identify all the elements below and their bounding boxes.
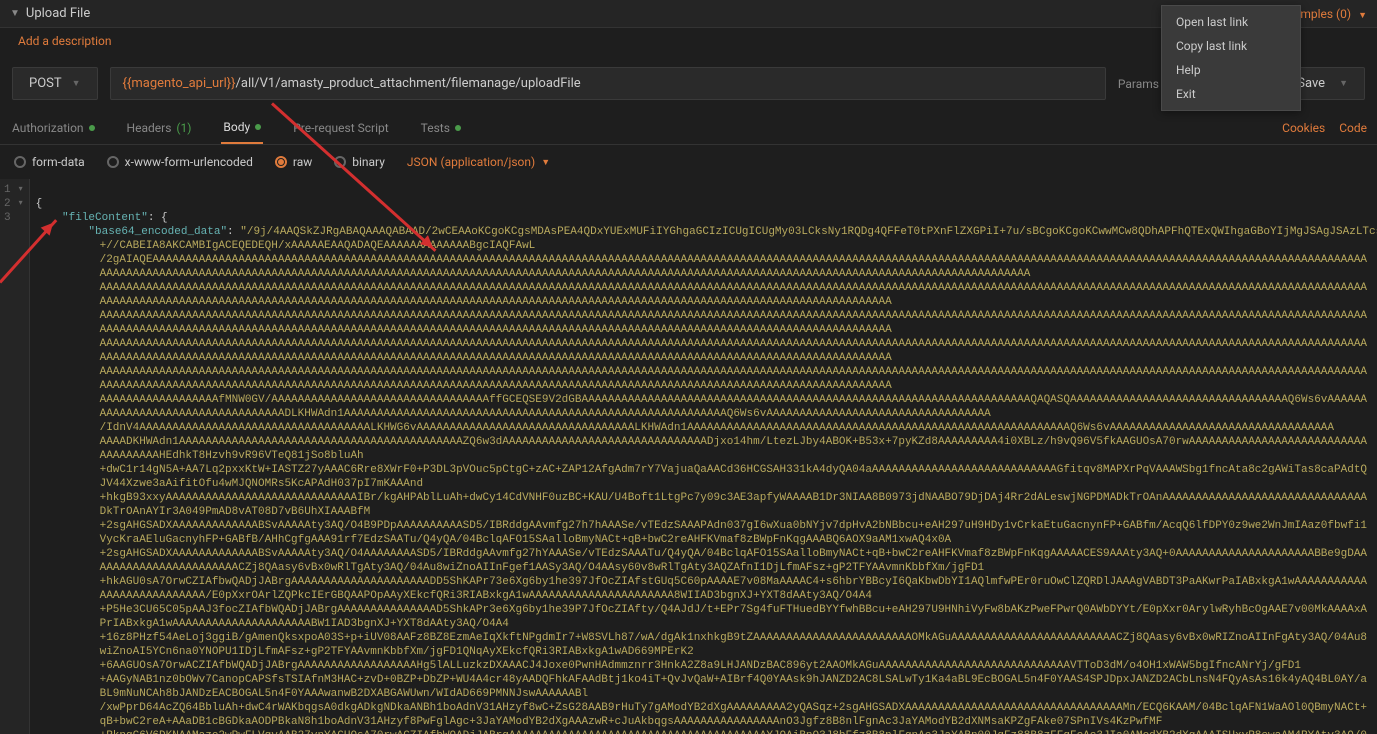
menu-exit[interactable]: Exit — [1162, 82, 1300, 106]
content-type-select[interactable]: JSON (application/json) ▼ — [407, 155, 550, 169]
tab-authorization[interactable]: Authorization — [10, 112, 97, 144]
chevron-down-icon: ▼ — [1339, 78, 1348, 89]
radio-form-data[interactable]: form-data — [14, 155, 85, 169]
json-editor[interactable]: 1▾ 2▾ 3 { "fileContent": { "base64_encod… — [0, 179, 1377, 734]
code-content[interactable]: { "fileContent": { "base64_encoded_data"… — [30, 179, 1377, 734]
chevron-down-icon: ▼ — [541, 157, 550, 168]
params-link[interactable]: Params — [1118, 77, 1159, 91]
status-dot-icon — [255, 124, 261, 130]
menu-open-last-link[interactable]: Open last link — [1162, 10, 1300, 34]
line-gutter: 1▾ 2▾ 3 — [0, 179, 30, 734]
collapse-icon[interactable]: ▼ — [10, 8, 20, 19]
request-tabs: Authorization Headers (1) Body Pre-reque… — [0, 112, 1377, 145]
chevron-down-icon: ▼ — [72, 78, 81, 89]
radio-urlencoded[interactable]: x-www-form-urlencoded — [107, 155, 253, 169]
request-title: Upload File — [26, 6, 90, 21]
chevron-down-icon: ▼ — [1358, 11, 1367, 21]
code-link[interactable]: Code — [1339, 121, 1367, 135]
tab-prerequest[interactable]: Pre-request Script — [291, 112, 390, 144]
status-dot-icon — [455, 125, 461, 131]
url-input[interactable]: {{magento_api_url}}/all/V1/amasty_produc… — [110, 67, 1106, 100]
radio-binary[interactable]: binary — [334, 155, 385, 169]
menu-help[interactable]: Help — [1162, 58, 1300, 82]
cookies-link[interactable]: Cookies — [1282, 121, 1325, 135]
status-dot-icon — [89, 125, 95, 131]
tab-headers[interactable]: Headers (1) — [125, 112, 194, 144]
tab-tests[interactable]: Tests — [419, 112, 463, 144]
context-menu: Open last link Copy last link Help Exit — [1161, 5, 1301, 111]
radio-raw[interactable]: raw — [275, 155, 312, 169]
menu-copy-last-link[interactable]: Copy last link — [1162, 34, 1300, 58]
add-description-link[interactable]: Add a description — [18, 34, 112, 48]
http-method-select[interactable]: POST ▼ — [12, 67, 98, 100]
tab-body[interactable]: Body — [221, 112, 263, 144]
url-variable: {{magento_api_url}} — [123, 76, 236, 91]
body-type-selector: form-data x-www-form-urlencoded raw bina… — [0, 145, 1377, 179]
